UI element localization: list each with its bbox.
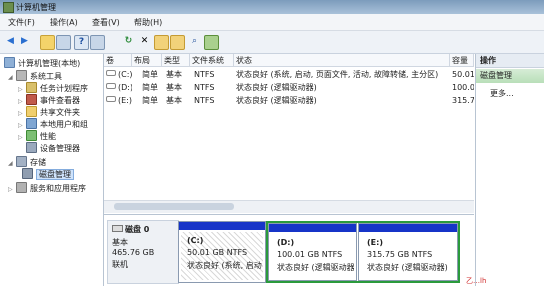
cell-layout: 简单 — [142, 83, 158, 92]
cell-capacity: 315.7 — [452, 96, 474, 105]
forward-icon[interactable]: ▶ — [18, 35, 31, 48]
cell-status: 状态良好 (系统, 启动, 页面文件, 活动, 故障转储, 主分区) — [236, 70, 439, 79]
horizontal-scrollbar[interactable] — [104, 200, 474, 213]
cell-type: 基本 — [166, 70, 182, 79]
table-row[interactable]: (E:) — [106, 95, 132, 107]
help-icon[interactable]: ? — [74, 35, 89, 50]
partition-e[interactable]: (E:) 315.75 GB NTFS 状态良好 (逻辑驱动器) — [358, 223, 458, 281]
tree-item-local-users[interactable]: ▷ 本地用户和组 — [18, 118, 88, 130]
open-icon[interactable] — [154, 35, 169, 50]
delete-icon[interactable]: ✕ — [138, 35, 151, 48]
watermark: 乙…lh — [466, 277, 487, 285]
disk-type: 基本 — [112, 238, 128, 247]
performance-icon — [26, 130, 37, 141]
search-icon[interactable]: ⌕ — [188, 35, 201, 48]
users-icon — [26, 118, 37, 129]
drive-icon — [106, 83, 116, 89]
expand-icon[interactable]: ▷ — [8, 184, 16, 196]
back-icon[interactable]: ◀ — [4, 35, 17, 48]
navigation-tree: 计算机管理(本地) ◢ 系统工具 ▷ 任务计划程序 ▷ 事件查看器 ▷ 共享文件夹 ▷ 本… — [0, 54, 104, 286]
disk-map: 磁盘 0 基本 465.76 GB 联机 (C:) 50.01 GB NTFS … — [104, 214, 474, 287]
disk-info[interactable]: 磁盘 0 基本 465.76 GB 联机 — [107, 220, 179, 284]
computer-icon — [4, 57, 15, 68]
menu-view[interactable]: 查看(V) — [92, 17, 120, 28]
partition-d[interactable]: (D:) 100.01 GB NTFS 状态良好 (逻辑驱动器) — [268, 223, 357, 281]
column-header-layout[interactable]: 布局 — [132, 54, 162, 67]
tools-icon — [16, 70, 27, 81]
volume-list: 卷 布局 类型 文件系统 状态 容量 (C:) 简单 基本 NTFS 状态良好 … — [104, 54, 474, 214]
disk-icon — [112, 225, 123, 232]
tree-item-performance[interactable]: ▷ 性能 — [18, 130, 56, 142]
menu-action[interactable]: 操作(A) — [50, 17, 78, 28]
menu-file[interactable]: 文件(F) — [8, 17, 35, 28]
shared-folder-icon — [26, 106, 37, 117]
tree-item-device-manager[interactable]: 设备管理器 — [26, 142, 80, 154]
actions-pane: 操作 磁盘管理 更多... — [475, 54, 544, 286]
refresh-icon[interactable]: ↻ — [122, 35, 135, 48]
disk-size: 465.76 GB — [112, 248, 155, 257]
cell-layout: 简单 — [142, 70, 158, 79]
tree-item-services-apps[interactable]: ▷ 服务和应用程序 — [8, 182, 86, 194]
cell-filesystem: NTFS — [194, 70, 215, 79]
collapse-icon[interactable]: ◢ — [8, 72, 16, 84]
tree-item-system-tools[interactable]: ◢ 系统工具 — [8, 70, 62, 82]
toolbar: ◀ ▶ ? ↻ ✕ ⌕ — [0, 31, 544, 54]
drive-icon — [106, 96, 116, 102]
cell-filesystem: NTFS — [194, 83, 215, 92]
table-row[interactable]: (C:) — [106, 69, 132, 81]
storage-icon — [16, 156, 27, 167]
tree-item-event-viewer[interactable]: ▷ 事件查看器 — [18, 94, 80, 106]
scrollbar-thumb[interactable] — [114, 203, 234, 210]
device-icon — [26, 142, 37, 153]
title-bar: 计算机管理 — [0, 0, 544, 14]
drive-icon — [106, 70, 116, 76]
cell-layout: 简单 — [142, 96, 158, 105]
cell-capacity: 50.01 — [452, 70, 474, 79]
disk-icon — [22, 168, 33, 179]
disk-name: 磁盘 0 — [125, 225, 150, 234]
actions-disk-management[interactable]: 磁盘管理 — [476, 69, 544, 83]
tree-item-disk-management[interactable]: 磁盘管理 — [22, 168, 74, 180]
console-icon[interactable] — [56, 35, 71, 50]
clock-icon — [26, 82, 37, 93]
computer-management-icon — [3, 2, 14, 13]
more-actions-link[interactable]: 更多... — [490, 88, 514, 99]
services-icon — [16, 182, 27, 193]
event-icon — [26, 94, 37, 105]
tree-item-shared-folders[interactable]: ▷ 共享文件夹 — [18, 106, 80, 118]
disk-status: 联机 — [112, 260, 128, 269]
properties-icon[interactable] — [90, 35, 105, 50]
table-row[interactable]: (D:) — [106, 82, 132, 94]
cell-filesystem: NTFS — [194, 96, 215, 105]
menu-bar: 文件(F) 操作(A) 查看(V) 帮助(H) — [0, 14, 544, 31]
tree-item-task-scheduler[interactable]: ▷ 任务计划程序 — [18, 82, 88, 94]
partition-c[interactable]: (C:) 50.01 GB NTFS 状态良好 (系统, 启动 — [178, 221, 266, 283]
cell-status: 状态良好 (逻辑驱动器) — [236, 83, 317, 92]
actions-title: 操作 — [476, 54, 544, 68]
expand-icon[interactable]: ▷ — [18, 132, 26, 144]
column-header-status[interactable]: 状态 — [234, 54, 450, 67]
cell-status: 状态良好 (逻辑驱动器) — [236, 96, 317, 105]
menu-help[interactable]: 帮助(H) — [134, 17, 162, 28]
extended-partition[interactable]: (D:) 100.01 GB NTFS 状态良好 (逻辑驱动器) (E:) 31… — [266, 221, 460, 283]
cell-type: 基本 — [166, 96, 182, 105]
column-header-type[interactable]: 类型 — [162, 54, 190, 67]
export-icon[interactable] — [204, 35, 219, 50]
window-title: 计算机管理 — [16, 3, 56, 12]
column-header-filesystem[interactable]: 文件系统 — [190, 54, 234, 67]
tree-item-storage[interactable]: ◢ 存储 — [8, 156, 46, 168]
up-icon[interactable] — [40, 35, 55, 50]
column-header-capacity[interactable]: 容量 — [450, 54, 474, 67]
folder-icon[interactable] — [170, 35, 185, 50]
cell-capacity: 100.0 — [452, 83, 474, 92]
tree-root[interactable]: 计算机管理(本地) — [4, 57, 80, 69]
cell-type: 基本 — [166, 83, 182, 92]
collapse-icon[interactable]: ◢ — [8, 158, 16, 170]
column-header-volume[interactable]: 卷 — [104, 54, 132, 67]
